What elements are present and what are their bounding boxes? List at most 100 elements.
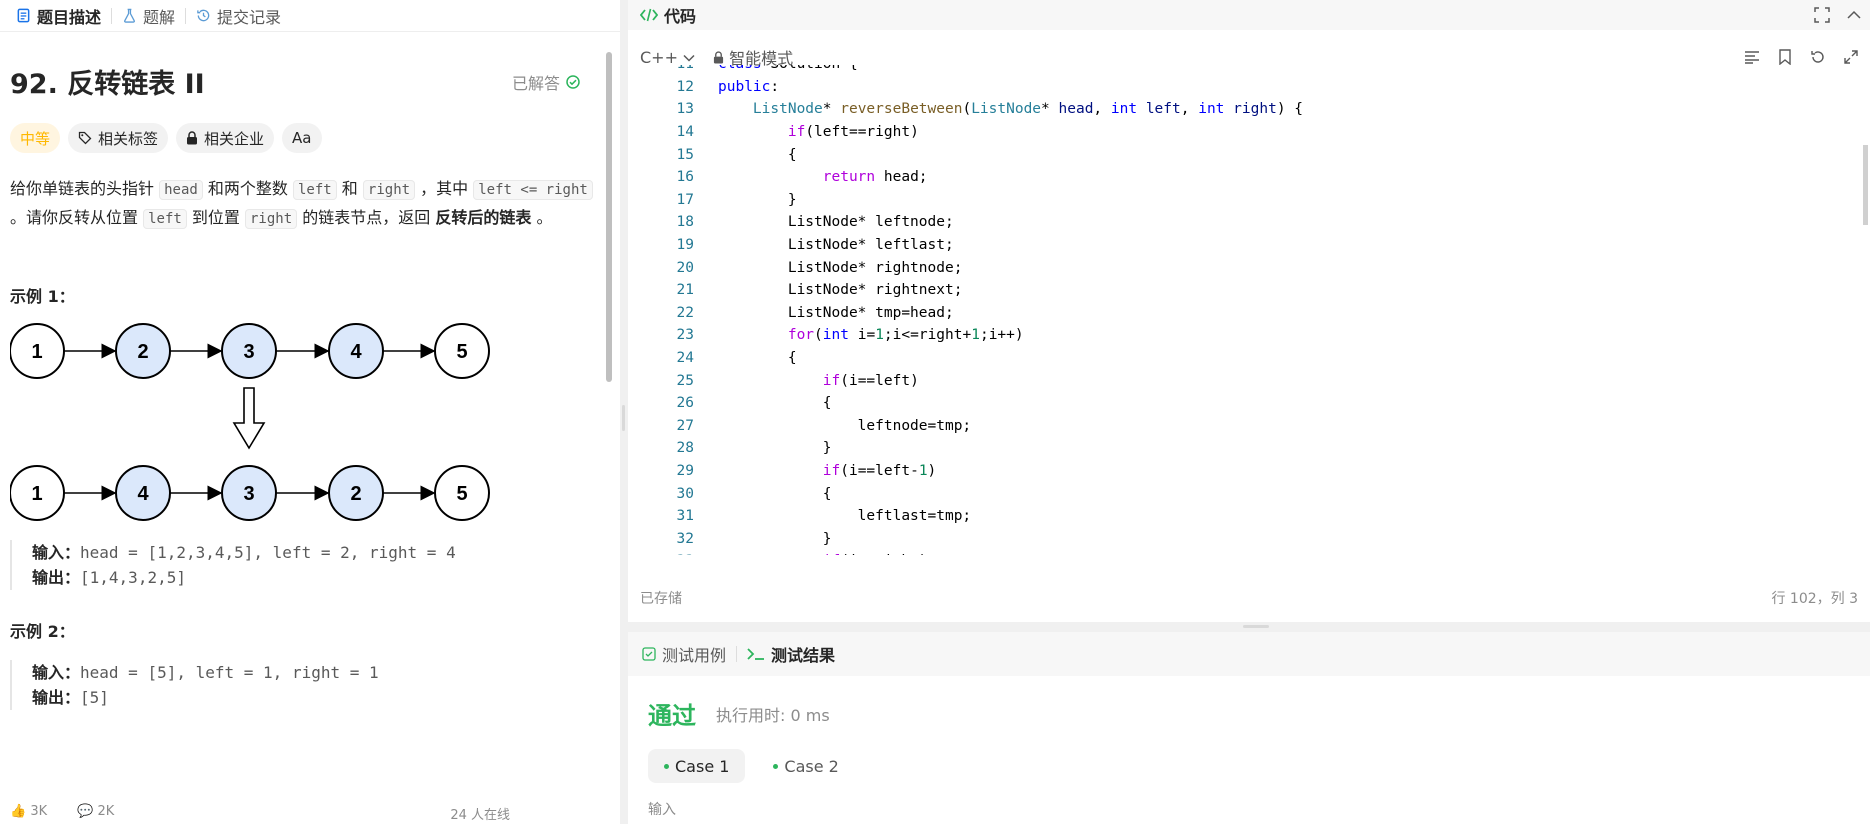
fullscreen-icon[interactable]	[1814, 7, 1830, 23]
editor-scrollbar[interactable]	[1860, 75, 1870, 565]
line-number: 18	[676, 214, 694, 231]
result-tabs: 测试用例 测试结果	[628, 632, 1870, 676]
case-tab-2[interactable]: Case 2	[757, 749, 854, 783]
solved-label: 已解答	[511, 73, 560, 93]
node-value: 3	[243, 483, 254, 505]
language-select[interactable]: C++	[640, 48, 695, 67]
expand-icon[interactable]	[1844, 50, 1858, 64]
problem-footer: 👍 3K 💬 2K 24 人在线	[0, 804, 620, 824]
line-number: 29	[676, 462, 694, 479]
code-line[interactable]: 19 ListNode* leftlast;	[628, 234, 1870, 257]
tab-description[interactable]: 题目描述	[6, 0, 111, 32]
line-number: 27	[676, 417, 694, 434]
node-value: 4	[350, 341, 362, 363]
code-editor[interactable]: 11class Solution {12 public: 13 ListNode* …	[628, 65, 1870, 555]
line-number: 31	[676, 508, 694, 525]
line-number: 13	[676, 101, 694, 118]
splitter-grip[interactable]	[1243, 625, 1269, 628]
comment-count: 2K	[97, 804, 115, 819]
terminal-icon	[747, 648, 765, 660]
code-panel: 代码 C++ 智能模式 11class Solution {12public:1…	[628, 0, 1870, 622]
line-code: ListNode* leftnode;	[718, 214, 954, 231]
inline-code: right	[245, 209, 298, 229]
scrollbar-thumb[interactable]	[606, 52, 612, 382]
splitter-grip[interactable]	[622, 405, 625, 431]
code-line[interactable]: 32 }	[628, 527, 1870, 550]
line-code: if(i==right)	[718, 553, 928, 555]
code-line[interactable]: 33 if(i==right)	[628, 550, 1870, 555]
inline-code: head	[159, 180, 203, 200]
statement-text: 和	[336, 179, 363, 198]
horizontal-splitter[interactable]	[628, 622, 1870, 632]
code-line[interactable]: 25 if(i==left)	[628, 369, 1870, 392]
code-line[interactable]: 28 }	[628, 437, 1870, 460]
problem-title[interactable]: 92. 反转链表 II	[10, 62, 205, 101]
tab-solutions[interactable]: 题解	[112, 0, 185, 32]
problem-panel: 题目描述 题解 提交记录 92. 反转链表 II 已解答 中等 相关标签 相关企…	[0, 0, 620, 824]
code-line[interactable]: 11class Solution {	[628, 65, 1870, 76]
code-line[interactable]: 13 ListNode* reverseBetween(ListNode* he…	[628, 98, 1870, 121]
collapse-icon[interactable]	[1846, 7, 1862, 23]
example-1: 输入：head = [1,2,3,4,5], left = 2, right =…	[10, 540, 594, 590]
code-line[interactable]: 24 {	[628, 347, 1870, 370]
tab-test-result[interactable]: 测试结果	[747, 642, 835, 666]
font-size-button[interactable]: Aa	[282, 123, 322, 153]
code-line[interactable]: 20 ListNode* rightnode;	[628, 256, 1870, 279]
line-number: 28	[676, 440, 694, 457]
code-line[interactable]: 27 leftnode=tmp;	[628, 415, 1870, 438]
tab-description-label: 题目描述	[37, 7, 102, 27]
line-code: ListNode* rightnode;	[718, 259, 963, 276]
line-code: {	[718, 485, 832, 502]
code-line[interactable]: 23 for(int i=1;i<=right+1;i++)	[628, 324, 1870, 347]
description-scrollbar[interactable]	[604, 38, 614, 802]
tab-submissions[interactable]: 提交记录	[186, 0, 291, 32]
line-number: 14	[676, 124, 694, 141]
companies-button[interactable]: 相关企业	[176, 123, 275, 153]
like-button[interactable]: 👍 3K	[10, 804, 47, 819]
code-line[interactable]: 14 if(left==right)	[628, 121, 1870, 144]
code-line[interactable]: 26 {	[628, 392, 1870, 415]
line-code: ListNode* tmp=head;	[718, 304, 954, 321]
line-code: ListNode* rightnext;	[718, 282, 963, 299]
code-line[interactable]: 18 ListNode* leftnode;	[628, 211, 1870, 234]
pass-dot	[773, 763, 779, 769]
statement-text: 给你单链表的头指针	[10, 179, 160, 198]
code-line[interactable]: 15 {	[628, 143, 1870, 166]
scrollbar-thumb[interactable]	[1863, 145, 1868, 225]
input-section-label: 输入	[648, 802, 676, 818]
code-line[interactable]: 16 return head;	[628, 166, 1870, 189]
code-line[interactable]: 17 }	[628, 189, 1870, 212]
code-line[interactable]: 31 leftlast=tmp;	[628, 505, 1870, 528]
line-number: 11	[628, 65, 718, 72]
bookmark-icon[interactable]	[1778, 49, 1792, 65]
output-label: 输出：	[32, 688, 81, 707]
line-number: 33	[628, 553, 718, 555]
comment-button[interactable]: 💬 2K	[77, 804, 114, 819]
saved-status: 已存储	[640, 591, 682, 607]
code-line[interactable]: 12 public:	[628, 76, 1870, 99]
reset-icon[interactable]	[1810, 49, 1826, 65]
statement-text: ，其中	[415, 179, 474, 198]
vertical-splitter[interactable]	[620, 0, 628, 824]
code-line[interactable]: 30 {	[628, 482, 1870, 505]
down-arrow-icon	[232, 387, 266, 450]
tags-button[interactable]: 相关标签	[68, 123, 169, 153]
leetcode-page: 题目描述 题解 提交记录 92. 反转链表 II 已解答 中等 相关标签 相关企…	[0, 0, 1870, 824]
output-value: [5]	[80, 688, 109, 707]
tab-testcase[interactable]: 测试用例	[642, 642, 726, 666]
line-number: 12	[676, 78, 694, 95]
code-line[interactable]: 21 ListNode* rightnext;	[628, 279, 1870, 302]
format-icon[interactable]	[1744, 50, 1760, 64]
title-row: 92. 反转链表 II 已解答	[10, 62, 594, 101]
code-header: 代码	[628, 0, 1870, 30]
code-line[interactable]: 29 if(i==left-1)	[628, 460, 1870, 483]
line-number: 17	[676, 191, 694, 208]
code-line[interactable]: 22 ListNode* tmp=head;	[628, 302, 1870, 325]
result-body: 通过 执行用时: 0 ms Case 1 Case 2 输入	[628, 696, 1870, 819]
node-value: 2	[350, 483, 361, 505]
line-number: 15	[676, 146, 694, 163]
case-tab-1[interactable]: Case 1	[648, 749, 746, 783]
node-value: 5	[456, 483, 467, 505]
input-label: 输入：	[32, 663, 81, 682]
online-count: 24 人在线	[450, 808, 510, 823]
